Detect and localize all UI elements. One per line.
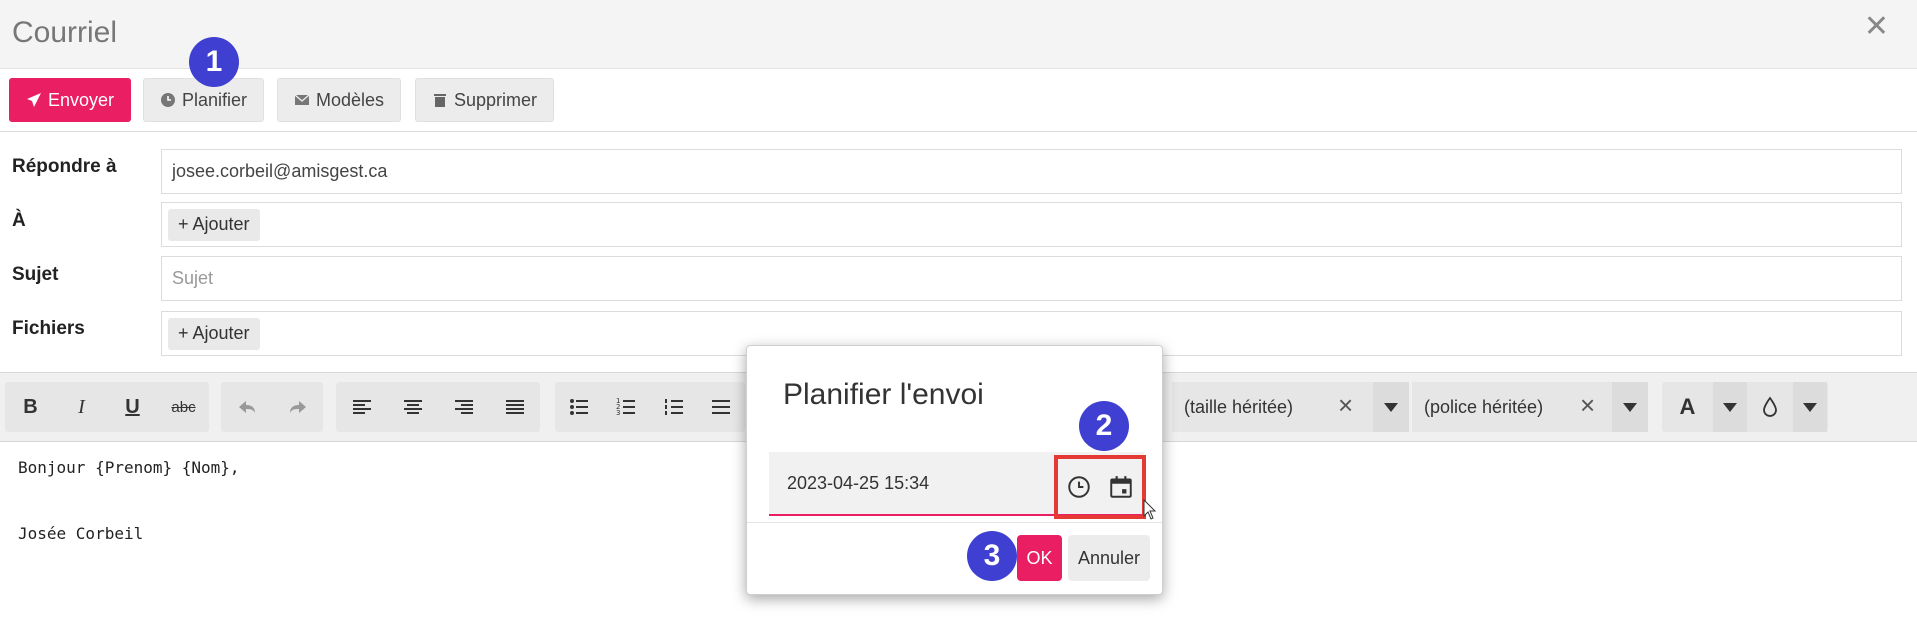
subject-input[interactable]: Sujet	[161, 256, 1902, 301]
title-bar: Courriel ✕	[0, 0, 1917, 69]
svg-text:3: 3	[616, 409, 620, 417]
bullet-list-icon	[569, 399, 588, 415]
delete-button[interactable]: Supprimer	[415, 78, 555, 122]
checklist-button[interactable]	[650, 382, 698, 432]
format-group: B I U abc	[5, 382, 209, 432]
align-group	[336, 382, 540, 432]
dialog-title: Planifier l'envoi	[783, 378, 984, 411]
clock-icon	[161, 93, 175, 107]
font-size-select[interactable]: (taille héritée) ×	[1172, 382, 1409, 432]
plus-icon: +	[178, 214, 189, 234]
subject-label: Sujet	[12, 264, 59, 285]
clear-font-family-icon[interactable]: ×	[1580, 390, 1595, 421]
numbered-list-button[interactable]: 123	[603, 382, 651, 432]
align-left-icon	[352, 400, 371, 414]
step-badge-1: 1	[189, 37, 239, 87]
send-button[interactable]: Envoyer	[9, 78, 132, 122]
datetime-picker-highlight	[1054, 455, 1146, 519]
redo-button[interactable]	[272, 382, 323, 432]
redo-icon	[289, 401, 306, 413]
strikethrough-button[interactable]: abc	[158, 382, 209, 432]
editor-line: Bonjour {Prenom} {Nom},	[18, 458, 240, 477]
reply-to-field[interactable]: josee.corbeil@amisgest.ca	[161, 149, 1902, 194]
mouse-cursor-icon	[1143, 499, 1157, 520]
align-center-icon	[403, 400, 422, 414]
align-right-button[interactable]	[438, 382, 489, 432]
clear-font-size-icon[interactable]: ×	[1338, 390, 1353, 421]
delete-button-label: Supprimer	[454, 89, 538, 110]
history-group	[221, 382, 323, 432]
add-recipient-button[interactable]: + Ajouter	[168, 208, 260, 241]
paper-plane-icon	[27, 93, 41, 107]
font-family-dropdown-icon[interactable]	[1612, 382, 1648, 432]
editor-content[interactable]: Bonjour {Prenom} {Nom}, Josée Corbeil	[18, 458, 240, 557]
underline-button[interactable]: U	[107, 382, 158, 432]
align-justify-icon	[505, 400, 524, 414]
dialog-divider	[747, 522, 1162, 523]
font-size-dropdown-icon[interactable]	[1373, 382, 1409, 432]
to-field[interactable]: + Ajouter	[161, 202, 1902, 247]
add-file-button[interactable]: + Ajouter	[168, 317, 260, 350]
bold-button[interactable]: B	[5, 382, 56, 432]
templates-button[interactable]: Modèles	[277, 78, 402, 122]
text-color-dropdown-icon[interactable]	[1713, 382, 1747, 432]
font-family-select[interactable]: (police héritée) ×	[1412, 382, 1648, 432]
bullet-list-button[interactable]	[555, 382, 603, 432]
italic-button[interactable]: I	[56, 382, 107, 432]
files-label: Fichiers	[12, 318, 85, 339]
envelope-icon	[294, 94, 310, 105]
add-recipient-label: Ajouter	[192, 214, 250, 234]
step-badge-2: 2	[1079, 401, 1129, 451]
calendar-icon[interactable]	[1108, 474, 1134, 500]
to-label: À	[12, 210, 26, 231]
trash-icon	[434, 94, 446, 107]
datetime-value: 2023-04-25 15:34	[787, 472, 930, 493]
subject-placeholder: Sujet	[172, 268, 214, 288]
editor-line-empty	[18, 491, 240, 524]
ok-button[interactable]: OK	[1017, 535, 1062, 581]
undo-icon	[238, 401, 255, 413]
numbered-list-icon: 123	[616, 397, 636, 417]
list-group: 123	[555, 382, 745, 432]
schedule-button-label: Planifier	[182, 89, 248, 110]
list-more-icon	[712, 400, 731, 414]
drop-icon	[1763, 396, 1777, 417]
send-button-label: Envoyer	[48, 89, 115, 110]
font-family-value: (police héritée)	[1424, 396, 1544, 417]
list-more-button[interactable]	[698, 382, 746, 432]
align-left-button[interactable]	[336, 382, 387, 432]
step-badge-3: 3	[967, 531, 1017, 581]
color-group: A	[1662, 382, 1828, 432]
editor-line: Josée Corbeil	[18, 524, 144, 543]
checklist-icon	[664, 399, 683, 415]
clock-icon[interactable]	[1066, 474, 1092, 500]
action-toolbar: Envoyer Planifier Modèles Supprimer	[0, 69, 1917, 132]
reply-to-value: josee.corbeil@amisgest.ca	[172, 161, 388, 181]
close-icon[interactable]: ✕	[1864, 12, 1889, 42]
add-file-label: Ajouter	[192, 323, 250, 343]
background-color-dropdown-icon[interactable]	[1793, 382, 1827, 432]
window-title: Courriel	[12, 16, 118, 49]
align-center-button[interactable]	[387, 382, 438, 432]
undo-button[interactable]	[221, 382, 272, 432]
align-right-icon	[454, 400, 473, 414]
text-color-button[interactable]: A	[1662, 382, 1713, 432]
align-justify-button[interactable]	[489, 382, 540, 432]
font-size-value: (taille héritée)	[1184, 396, 1294, 417]
cancel-button[interactable]: Annuler	[1068, 535, 1150, 581]
templates-button-label: Modèles	[316, 89, 385, 110]
schedule-dialog: Planifier l'envoi 2023-04-25 15:34 OK An…	[746, 345, 1163, 595]
plus-icon: +	[178, 323, 189, 343]
reply-to-label: Répondre à	[12, 156, 117, 177]
background-color-button[interactable]	[1747, 382, 1793, 432]
